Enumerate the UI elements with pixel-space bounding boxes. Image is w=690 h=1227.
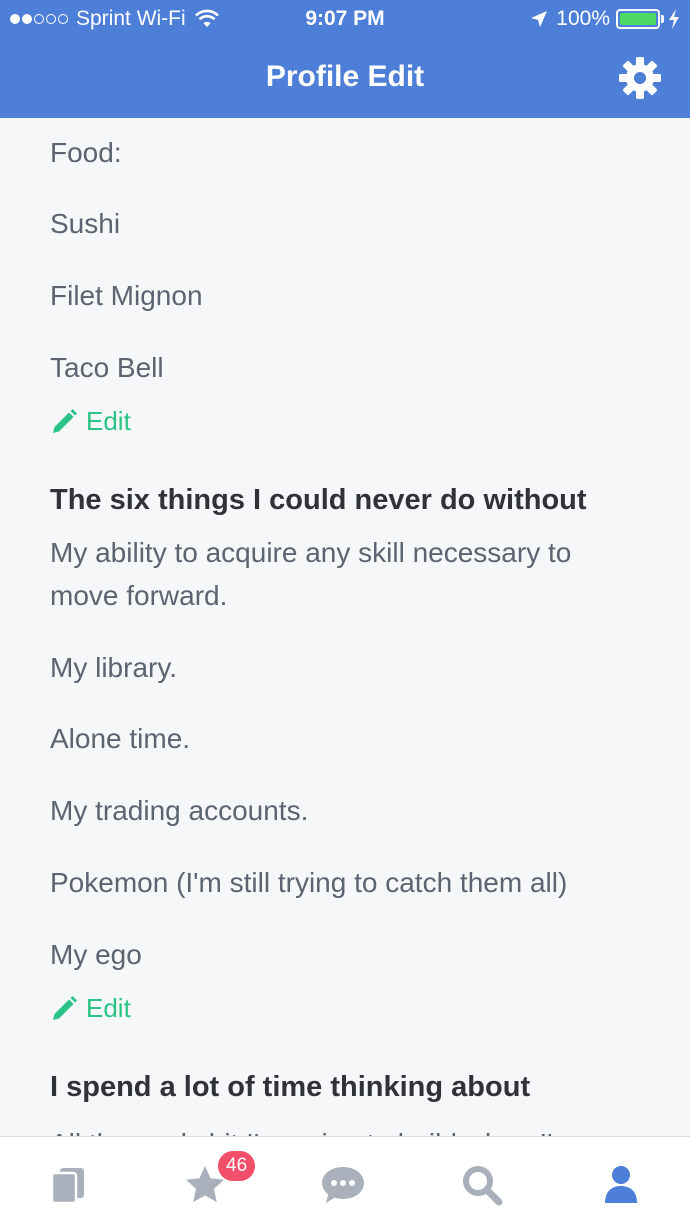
edit-label: Edit [86,993,131,1023]
profile-edit-screen: Sprint Wi-Fi 9:07 PM 100% Profile Edit F… [0,0,690,1227]
battery-percent: 100% [556,7,610,30]
edit-food-button[interactable]: Edit [50,406,131,437]
pencil-icon [53,408,77,433]
tab-search[interactable] [452,1155,512,1215]
notification-badge: 46 [218,1151,256,1181]
pencil-icon [53,995,77,1020]
profile-icon [605,1166,637,1203]
location-icon [531,11,548,27]
thinking-text: All the cool shit I'm going to build whe… [50,1122,576,1136]
six-things-item: Alone time. [50,723,191,754]
edit-six-things-button[interactable]: Edit [50,993,131,1024]
six-things-item: My library. [50,652,178,683]
title-bar: Profile Edit [0,52,690,104]
chat-icon [322,1167,364,1203]
six-things-item: Pokemon (I'm still trying to catch them … [50,867,568,898]
tab-profile[interactable] [591,1155,651,1215]
section-heading: The six things I could never do without [50,484,587,516]
six-things-item: My ego [50,939,142,970]
page-title: Profile Edit [265,60,425,93]
profile-content: Food: Sushi Filet Mignon Taco Bell Edit … [0,118,690,1136]
section-heading: I spend a lot of time thinking about [50,1071,531,1103]
food-item: Taco Bell [50,352,164,383]
six-things-item: My trading accounts. [50,795,309,826]
charging-icon [669,9,679,29]
gear-icon[interactable] [616,54,664,102]
food-item: Filet Mignon [50,280,203,311]
tab-messages[interactable] [313,1155,373,1215]
tab-pages[interactable] [38,1155,98,1215]
pages-icon [50,1168,84,1205]
header: Sprint Wi-Fi 9:07 PM 100% Profile Edit [0,0,690,118]
edit-label: Edit [86,406,131,436]
food-label: Food: [50,137,122,168]
tab-bar: 46 [0,1136,690,1227]
status-bar: Sprint Wi-Fi 9:07 PM 100% [0,0,690,40]
search-icon [463,1166,503,1206]
status-right: 100% [530,7,680,31]
battery-icon [616,9,664,29]
food-item: Sushi [50,208,121,239]
six-things-item: My ability to acquire any skill necessar… [50,537,572,611]
